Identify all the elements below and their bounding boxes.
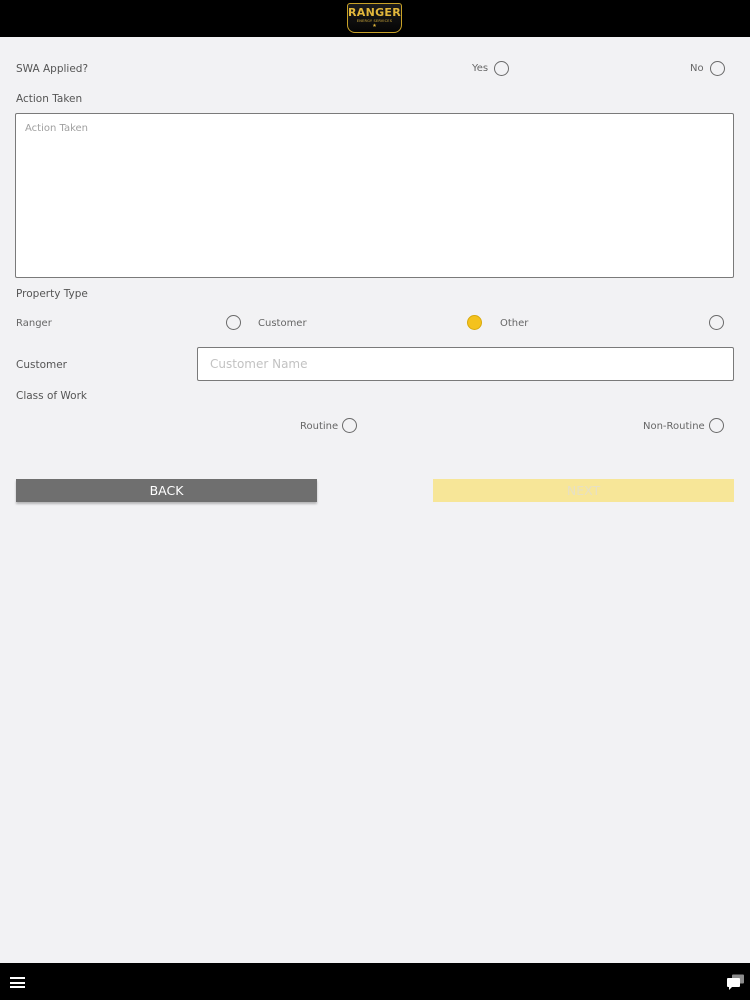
property-type-label: Property Type — [16, 288, 88, 300]
routine-label: Routine — [300, 421, 339, 432]
top-bar: RANGER ENERGY SERVICES ★ — [0, 0, 750, 37]
customer-label: Customer — [16, 359, 68, 371]
swa-no-label: No — [690, 63, 704, 74]
swa-yes-label: Yes — [472, 63, 489, 74]
bottom-bar — [0, 963, 750, 1000]
swa-no-radio[interactable] — [710, 61, 725, 76]
property-ranger-label: Ranger — [16, 318, 52, 329]
property-ranger-radio[interactable] — [226, 315, 241, 330]
action-taken-placeholder: Action Taken — [25, 123, 89, 134]
logo-brand: RANGER — [348, 6, 402, 19]
back-button[interactable]: BACK — [16, 479, 317, 502]
non-routine-radio[interactable] — [709, 418, 724, 433]
property-other-label: Other — [500, 318, 529, 329]
action-taken-label: Action Taken — [16, 93, 83, 105]
swa-applied-label: SWA Applied? — [16, 63, 89, 75]
property-customer-label: Customer — [258, 318, 307, 329]
next-button[interactable]: NEXT — [433, 479, 734, 502]
routine-radio[interactable] — [342, 418, 357, 433]
property-other-radio[interactable] — [709, 315, 724, 330]
customer-name-input[interactable]: Customer Name — [197, 347, 734, 381]
swa-yes-radio[interactable] — [494, 61, 509, 76]
ranger-logo: RANGER ENERGY SERVICES ★ — [347, 3, 402, 33]
logo-star-icon: ★ — [372, 23, 377, 29]
non-routine-label: Non-Routine — [643, 421, 705, 432]
hamburger-icon[interactable] — [10, 977, 25, 988]
chat-icon[interactable] — [727, 973, 745, 991]
property-customer-radio[interactable] — [467, 315, 482, 330]
class-of-work-label: Class of Work — [16, 390, 88, 402]
customer-name-placeholder: Customer Name — [210, 357, 308, 371]
action-taken-textarea[interactable]: Action Taken — [15, 113, 734, 278]
